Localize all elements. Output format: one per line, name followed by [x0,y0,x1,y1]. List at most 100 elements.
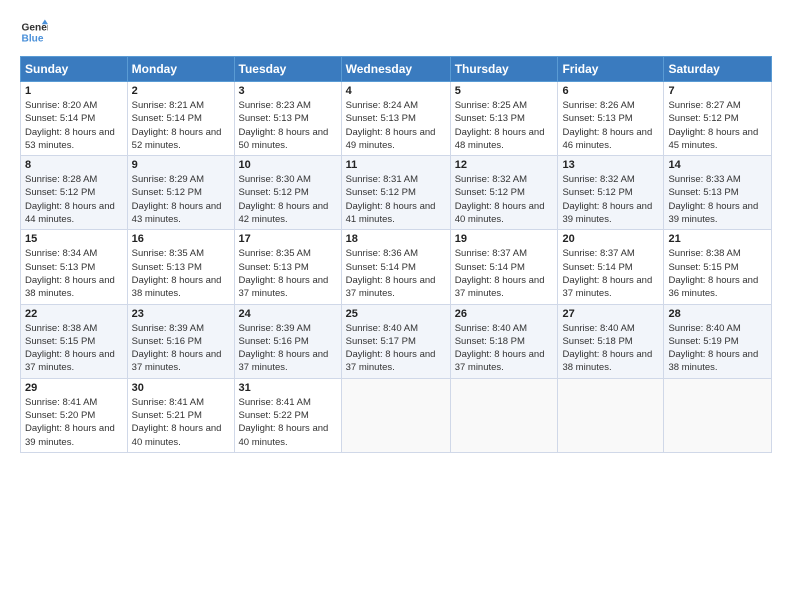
calendar-cell: 11 Sunrise: 8:31 AMSunset: 5:12 PMDayligh… [341,156,450,230]
calendar-cell: 15Sunrise: 8:34 AMSunset: 5:13 PMDayligh… [21,230,128,304]
day-info: Sunrise: 8:36 AMSunset: 5:14 PMDaylight:… [346,248,436,299]
day-number: 31 [239,382,337,394]
day-info: Sunrise: 8:28 AMSunset: 5:12 PMDaylight:… [25,174,115,225]
day-number: 30 [132,382,230,394]
calendar-cell: 14 Sunrise: 8:33 AMSunset: 5:13 PMDayligh… [664,156,772,230]
generalblue-logo-icon: General Blue [20,18,48,46]
day-info: Sunrise: 8:26 AMSunset: 5:13 PMDaylight:… [562,100,652,151]
page: General Blue SundayMondayTuesdayWednesda… [0,0,792,612]
calendar-cell: 12 Sunrise: 8:32 AMSunset: 5:12 PMDayligh… [450,156,558,230]
day-info: Sunrise: 8:41 AMSunset: 5:20 PMDaylight:… [25,397,115,448]
calendar-cell: 18 Sunrise: 8:36 AMSunset: 5:14 PMDayligh… [341,230,450,304]
calendar-cell: 13 Sunrise: 8:32 AMSunset: 5:12 PMDayligh… [558,156,664,230]
day-info: Sunrise: 8:20 AMSunset: 5:14 PMDaylight:… [25,100,115,151]
calendar-cell: 29Sunrise: 8:41 AMSunset: 5:20 PMDayligh… [21,378,128,452]
day-info: Sunrise: 8:40 AMSunset: 5:19 PMDaylight:… [668,323,758,374]
day-info: Sunrise: 8:32 AMSunset: 5:12 PMDaylight:… [562,174,652,225]
weekday-header: Saturday [664,57,772,82]
weekday-header: Friday [558,57,664,82]
day-number: 13 [562,159,659,171]
calendar-cell: 3 Sunrise: 8:23 AMSunset: 5:13 PMDaylight… [234,82,341,156]
day-number: 28 [668,308,767,320]
calendar-cell: 25 Sunrise: 8:40 AMSunset: 5:17 PMDayligh… [341,304,450,378]
day-info: Sunrise: 8:37 AMSunset: 5:14 PMDaylight:… [455,248,545,299]
day-number: 3 [239,85,337,97]
day-info: Sunrise: 8:30 AMSunset: 5:12 PMDaylight:… [239,174,329,225]
day-info: Sunrise: 8:35 AMSunset: 5:13 PMDaylight:… [239,248,329,299]
day-info: Sunrise: 8:37 AMSunset: 5:14 PMDaylight:… [562,248,652,299]
calendar-cell [664,378,772,452]
calendar-cell: 5 Sunrise: 8:25 AMSunset: 5:13 PMDaylight… [450,82,558,156]
logo: General Blue [20,18,48,46]
calendar-cell: 28 Sunrise: 8:40 AMSunset: 5:19 PMDayligh… [664,304,772,378]
day-info: Sunrise: 8:32 AMSunset: 5:12 PMDaylight:… [455,174,545,225]
day-info: Sunrise: 8:38 AMSunset: 5:15 PMDaylight:… [668,248,758,299]
day-number: 18 [346,233,446,245]
day-number: 9 [132,159,230,171]
calendar-cell: 30 Sunrise: 8:41 AMSunset: 5:21 PMDayligh… [127,378,234,452]
calendar-cell: 31Sunrise: 8:41 AMSunset: 5:22 PMDayligh… [234,378,341,452]
day-info: Sunrise: 8:31 AMSunset: 5:12 PMDaylight:… [346,174,436,225]
day-number: 19 [455,233,554,245]
day-number: 24 [239,308,337,320]
day-number: 20 [562,233,659,245]
day-info: Sunrise: 8:33 AMSunset: 5:13 PMDaylight:… [668,174,758,225]
day-info: Sunrise: 8:35 AMSunset: 5:13 PMDaylight:… [132,248,222,299]
day-info: Sunrise: 8:40 AMSunset: 5:18 PMDaylight:… [562,323,652,374]
day-number: 4 [346,85,446,97]
header: General Blue [20,18,772,46]
calendar-cell: 21 Sunrise: 8:38 AMSunset: 5:15 PMDayligh… [664,230,772,304]
calendar-cell: 6 Sunrise: 8:26 AMSunset: 5:13 PMDaylight… [558,82,664,156]
calendar-cell: 17 Sunrise: 8:35 AMSunset: 5:13 PMDayligh… [234,230,341,304]
day-number: 12 [455,159,554,171]
day-number: 10 [239,159,337,171]
day-number: 21 [668,233,767,245]
day-info: Sunrise: 8:27 AMSunset: 5:12 PMDaylight:… [668,100,758,151]
calendar-cell: 4Sunrise: 8:24 AMSunset: 5:13 PMDaylight… [341,82,450,156]
calendar-cell: 7 Sunrise: 8:27 AMSunset: 5:12 PMDaylight… [664,82,772,156]
svg-text:Blue: Blue [22,33,44,44]
weekday-header: Wednesday [341,57,450,82]
day-info: Sunrise: 8:40 AMSunset: 5:18 PMDaylight:… [455,323,545,374]
calendar-cell: 10 Sunrise: 8:30 AMSunset: 5:12 PMDayligh… [234,156,341,230]
day-info: Sunrise: 8:25 AMSunset: 5:13 PMDaylight:… [455,100,545,151]
day-info: Sunrise: 8:21 AMSunset: 5:14 PMDaylight:… [132,100,222,151]
day-info: Sunrise: 8:39 AMSunset: 5:16 PMDaylight:… [132,323,222,374]
day-info: Sunrise: 8:29 AMSunset: 5:12 PMDaylight:… [132,174,222,225]
weekday-header: Tuesday [234,57,341,82]
day-info: Sunrise: 8:40 AMSunset: 5:17 PMDaylight:… [346,323,436,374]
day-info: Sunrise: 8:41 AMSunset: 5:21 PMDaylight:… [132,397,222,448]
day-number: 7 [668,85,767,97]
calendar-cell: 2 Sunrise: 8:21 AMSunset: 5:14 PMDaylight… [127,82,234,156]
weekday-header: Sunday [21,57,128,82]
day-number: 26 [455,308,554,320]
calendar-cell: 27 Sunrise: 8:40 AMSunset: 5:18 PMDayligh… [558,304,664,378]
calendar-cell: 20 Sunrise: 8:37 AMSunset: 5:14 PMDayligh… [558,230,664,304]
day-number: 5 [455,85,554,97]
calendar-cell [450,378,558,452]
day-number: 15 [25,233,123,245]
day-number: 11 [346,159,446,171]
day-number: 6 [562,85,659,97]
calendar-table: SundayMondayTuesdayWednesdayThursdayFrid… [20,56,772,453]
day-number: 1 [25,85,123,97]
day-number: 22 [25,308,123,320]
day-number: 17 [239,233,337,245]
calendar-cell: 9 Sunrise: 8:29 AMSunset: 5:12 PMDaylight… [127,156,234,230]
day-info: Sunrise: 8:23 AMSunset: 5:13 PMDaylight:… [239,100,329,151]
day-number: 27 [562,308,659,320]
day-number: 14 [668,159,767,171]
day-number: 23 [132,308,230,320]
calendar-cell: 22 Sunrise: 8:38 AMSunset: 5:15 PMDayligh… [21,304,128,378]
day-number: 2 [132,85,230,97]
calendar-cell: 26 Sunrise: 8:40 AMSunset: 5:18 PMDayligh… [450,304,558,378]
calendar-cell: 1 Sunrise: 8:20 AMSunset: 5:14 PMDaylight… [21,82,128,156]
day-number: 25 [346,308,446,320]
calendar-cell [341,378,450,452]
day-info: Sunrise: 8:39 AMSunset: 5:16 PMDaylight:… [239,323,329,374]
calendar-cell: 24 Sunrise: 8:39 AMSunset: 5:16 PMDayligh… [234,304,341,378]
day-number: 16 [132,233,230,245]
calendar-cell: 19 Sunrise: 8:37 AMSunset: 5:14 PMDayligh… [450,230,558,304]
day-info: Sunrise: 8:38 AMSunset: 5:15 PMDaylight:… [25,323,115,374]
weekday-header: Monday [127,57,234,82]
